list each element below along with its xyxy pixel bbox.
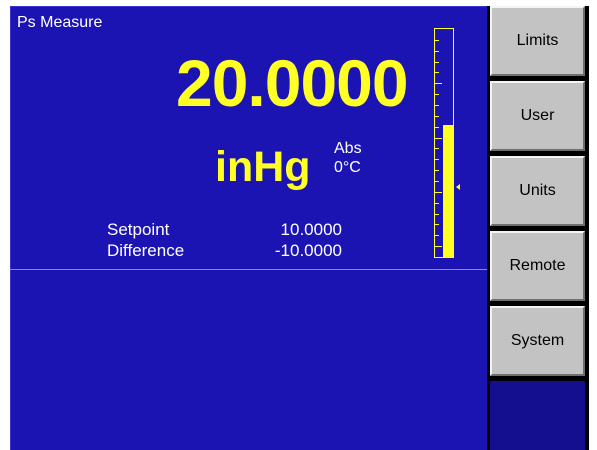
instrument-screen: Ps Measure 20.0000 inHg Abs 0°C Setpoint… xyxy=(10,6,589,450)
bar-graph-tick xyxy=(435,83,442,84)
empty-softkey-slot xyxy=(490,381,585,450)
panel-divider xyxy=(10,269,487,270)
bar-graph-tick xyxy=(435,224,439,225)
setpoint-label: Setpoint xyxy=(107,220,170,239)
setpoint-marker-icon xyxy=(456,184,460,190)
bar-graph-tick xyxy=(435,159,439,160)
main-display-panel: Ps Measure 20.0000 inHg Abs 0°C Setpoint… xyxy=(10,6,487,450)
bar-graph-tick xyxy=(435,105,439,106)
pressure-unit: inHg xyxy=(215,143,311,191)
difference-value: -10.0000 xyxy=(274,241,342,260)
reading-qualifiers: Abs 0°C xyxy=(334,139,362,177)
bar-graph-tick xyxy=(435,235,439,236)
bar-graph-tick xyxy=(435,138,442,139)
bar-graph-tick xyxy=(435,127,439,128)
bar-graph-tick xyxy=(435,170,439,171)
pressure-bar-graph xyxy=(434,28,454,258)
user-button[interactable]: User xyxy=(490,81,585,151)
pressure-mode: Abs xyxy=(334,140,362,157)
bar-graph-tick xyxy=(435,246,442,247)
bar-graph-tick xyxy=(435,40,439,41)
bar-graph-tick xyxy=(435,62,439,63)
bar-graph-tick xyxy=(435,72,439,73)
softkey-menu: Limits User Units Remote System xyxy=(487,6,589,450)
bar-graph-tick xyxy=(435,192,442,193)
system-button[interactable]: System xyxy=(490,306,585,376)
bar-graph-tick xyxy=(435,214,439,215)
units-button[interactable]: Units xyxy=(490,156,585,226)
reference-temperature: 0°C xyxy=(334,159,361,176)
bar-graph-tick xyxy=(435,203,439,204)
difference-label: Difference xyxy=(107,241,185,260)
pressure-reading: 20.0000 xyxy=(176,46,409,120)
bar-graph-tick xyxy=(435,51,439,52)
bar-graph-tick xyxy=(435,94,439,95)
limits-button[interactable]: Limits xyxy=(490,6,585,76)
pressure-bar-fill xyxy=(443,125,453,257)
bar-graph-tick xyxy=(435,148,439,149)
screen-title: Ps Measure xyxy=(17,14,103,31)
setpoint-value: 10.0000 xyxy=(280,220,342,239)
bar-graph-tick xyxy=(435,181,439,182)
bar-graph-tick xyxy=(435,116,439,117)
remote-button[interactable]: Remote xyxy=(490,231,585,301)
